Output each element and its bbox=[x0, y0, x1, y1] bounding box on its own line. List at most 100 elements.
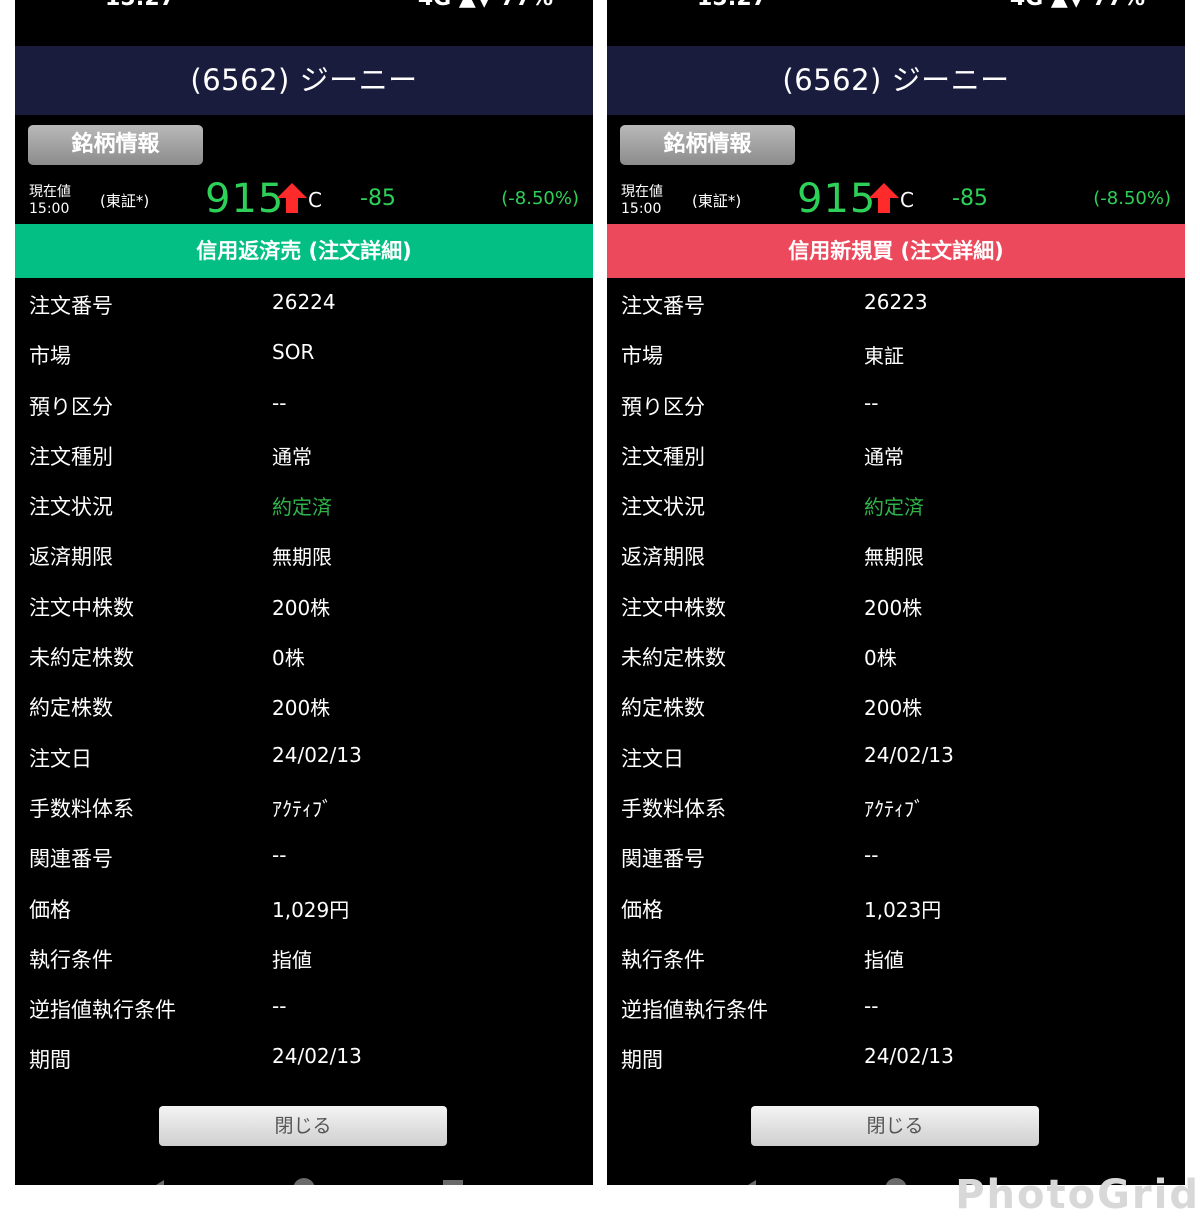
status-icons: 4G ▲▼ 77% bbox=[1010, 0, 1145, 11]
close-button[interactable]: 閉じる bbox=[751, 1106, 1039, 1146]
order-detail-panel-sell: 15:27 4G ▲▼ 77% (6562) ジーニー 銘柄情報 現在値 15:… bbox=[15, 0, 593, 1185]
price-change-percent: (-8.50%) bbox=[501, 188, 579, 209]
stock-info-button[interactable]: 銘柄情報 bbox=[28, 125, 203, 165]
status-time: 15:27 bbox=[697, 0, 767, 11]
close-flag: C bbox=[900, 188, 914, 212]
detail-value: 通常 bbox=[864, 444, 904, 469]
status-bar: 15:27 4G ▲▼ 77% bbox=[15, 0, 593, 46]
current-price-label: 現在値 bbox=[621, 184, 663, 200]
detail-label: 未約定株数 bbox=[621, 646, 726, 671]
order-status-value: 約定済 bbox=[272, 495, 332, 520]
detail-row-ordered-shares: 注文中株数 200株 bbox=[607, 582, 1185, 632]
order-detail-panel-buy: 15:27 4G ▲▼ 77% (6562) ジーニー 銘柄情報 現在値 15:… bbox=[607, 0, 1185, 1185]
detail-row-period: 期間 24/02/13 bbox=[15, 1034, 593, 1084]
detail-value: 通常 bbox=[272, 444, 312, 469]
price-change-percent: (-8.50%) bbox=[1093, 188, 1171, 209]
current-price: 915 bbox=[797, 176, 877, 222]
detail-value: SOR bbox=[272, 340, 315, 365]
title-bar: (6562) ジーニー bbox=[607, 46, 1185, 115]
detail-value: 200株 bbox=[864, 595, 923, 620]
price-change: -85 bbox=[952, 186, 988, 211]
quote-bar: 現在値 15:00 (東証*) 915 C -85 (-8.50%) bbox=[15, 176, 593, 222]
quote-time: 15:00 bbox=[29, 201, 70, 217]
detail-row-order-status: 注文状況 約定済 bbox=[15, 481, 593, 531]
home-icon[interactable] bbox=[293, 1178, 315, 1185]
android-nav-bar bbox=[15, 1168, 593, 1185]
detail-label: 注文状況 bbox=[621, 495, 705, 520]
detail-value: 24/02/13 bbox=[864, 1044, 954, 1069]
detail-label: 返済期限 bbox=[29, 545, 113, 570]
detail-row-execution-condition: 執行条件 指値 bbox=[607, 934, 1185, 984]
detail-label: 約定株数 bbox=[29, 696, 113, 721]
detail-row-stop-condition: 逆指値執行条件 -- bbox=[607, 984, 1185, 1034]
detail-value: 200株 bbox=[272, 595, 331, 620]
detail-label: 注文番号 bbox=[621, 294, 705, 318]
title-bar: (6562) ジーニー bbox=[15, 46, 593, 115]
detail-value: 1,029円 bbox=[272, 897, 350, 922]
detail-row-executed-shares: 約定株数 200株 bbox=[15, 682, 593, 732]
order-type-banner: 信用新規買 (注文詳細) bbox=[607, 224, 1185, 278]
detail-value: 0株 bbox=[272, 646, 305, 671]
quote-market: (東証*) bbox=[100, 192, 150, 210]
detail-label: 注文種別 bbox=[29, 444, 113, 469]
detail-row-market: 市場 東証 bbox=[607, 330, 1185, 380]
detail-label: 関連番号 bbox=[29, 847, 113, 872]
detail-label: 逆指値執行条件 bbox=[29, 998, 176, 1023]
detail-row-order-kind: 注文種別 通常 bbox=[607, 431, 1185, 481]
detail-value: 26224 bbox=[272, 290, 336, 314]
order-detail-list: 注文番号 26224 市場 SOR 預り区分 -- 注文種別 通常 注文状況 約定済 返済… bbox=[15, 280, 593, 1085]
detail-label: 市場 bbox=[621, 344, 663, 369]
status-time: 15:27 bbox=[105, 0, 175, 11]
detail-label: 注文中株数 bbox=[621, 595, 726, 620]
detail-value: -- bbox=[272, 390, 287, 415]
detail-label: 逆指値執行条件 bbox=[621, 998, 768, 1023]
detail-row-order-date: 注文日 24/02/13 bbox=[607, 733, 1185, 783]
close-button[interactable]: 閉じる bbox=[159, 1106, 447, 1146]
detail-label: 約定株数 bbox=[621, 696, 705, 721]
detail-row-execution-condition: 執行条件 指値 bbox=[15, 934, 593, 984]
detail-row-stop-condition: 逆指値執行条件 -- bbox=[15, 984, 593, 1034]
detail-value: -- bbox=[272, 843, 287, 868]
order-status-value: 約定済 bbox=[864, 495, 924, 520]
detail-label: 注文種別 bbox=[621, 444, 705, 469]
photogrid-watermark: PhotoGrid bbox=[955, 1172, 1200, 1218]
detail-value: -- bbox=[864, 843, 879, 868]
detail-row-fee-plan: 手数料体系 ｱｸﾃｨﾌﾞ bbox=[15, 783, 593, 833]
stock-info-button[interactable]: 銘柄情報 bbox=[620, 125, 795, 165]
detail-label: 執行条件 bbox=[29, 947, 113, 972]
detail-label: 預り区分 bbox=[621, 394, 705, 419]
page-title: (6562) ジーニー bbox=[190, 63, 418, 97]
recent-apps-icon[interactable] bbox=[443, 1180, 463, 1185]
detail-value: 24/02/13 bbox=[272, 742, 362, 767]
detail-value: 無期限 bbox=[864, 545, 924, 570]
detail-value: 東証 bbox=[864, 344, 904, 369]
detail-label: 執行条件 bbox=[621, 947, 705, 972]
detail-value: 指値 bbox=[864, 947, 904, 972]
detail-row-account-type: 預り区分 -- bbox=[15, 381, 593, 431]
current-price-label: 現在値 bbox=[29, 184, 71, 200]
detail-row-executed-shares: 約定株数 200株 bbox=[607, 682, 1185, 732]
detail-row-unexecuted-shares: 未約定株数 0株 bbox=[607, 632, 1185, 682]
order-detail-list: 注文番号 26223 市場 東証 預り区分 -- 注文種別 通常 注文状況 約定済 返済期… bbox=[607, 280, 1185, 1085]
status-icons: 4G ▲▼ 77% bbox=[418, 0, 553, 11]
detail-value: 無期限 bbox=[272, 545, 332, 570]
detail-value: 0株 bbox=[864, 646, 897, 671]
quote-bar: 現在値 15:00 (東証*) 915 C -85 (-8.50%) bbox=[607, 176, 1185, 222]
detail-label: 注文中株数 bbox=[29, 595, 134, 620]
detail-label: 手数料体系 bbox=[29, 796, 134, 821]
detail-row-period: 期間 24/02/13 bbox=[607, 1034, 1185, 1084]
detail-row-market: 市場 SOR bbox=[15, 330, 593, 380]
detail-value: 1,023円 bbox=[864, 897, 942, 922]
home-icon[interactable] bbox=[885, 1178, 907, 1185]
detail-row-fee-plan: 手数料体系 ｱｸﾃｨﾌﾞ bbox=[607, 783, 1185, 833]
detail-label: 市場 bbox=[29, 344, 71, 369]
back-icon[interactable] bbox=[148, 1180, 164, 1185]
detail-label: 期間 bbox=[621, 1048, 663, 1073]
back-icon[interactable] bbox=[740, 1180, 756, 1185]
detail-row-ordered-shares: 注文中株数 200株 bbox=[15, 582, 593, 632]
detail-value: ｱｸﾃｨﾌﾞ bbox=[864, 796, 924, 821]
detail-label: 期間 bbox=[29, 1048, 71, 1073]
detail-label: 注文日 bbox=[29, 746, 92, 771]
detail-row-unexecuted-shares: 未約定株数 0株 bbox=[15, 632, 593, 682]
arrow-up-icon bbox=[869, 183, 899, 213]
